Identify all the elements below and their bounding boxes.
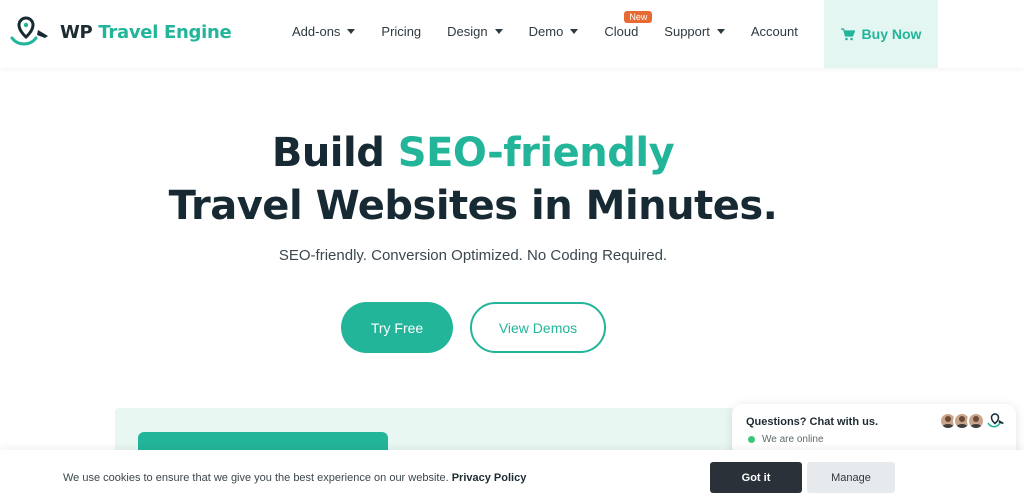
online-status-dot	[748, 436, 755, 443]
chevron-down-icon	[347, 29, 356, 34]
nav-item-account[interactable]: Account	[751, 24, 798, 39]
logo-icon	[10, 16, 48, 46]
site-logo[interactable]: WP Travel Engine	[10, 16, 232, 48]
nav-item-label: Support	[664, 24, 710, 39]
manage-button[interactable]: Manage	[807, 462, 895, 493]
chevron-down-icon	[494, 29, 503, 34]
nav-item-label: Pricing	[381, 24, 422, 39]
nav-item-support[interactable]: Support	[664, 24, 725, 39]
nav-item-label: Design	[447, 24, 488, 39]
hero-title-part1: Build	[271, 130, 398, 176]
buy-now-button[interactable]: Buy Now	[824, 0, 938, 68]
cart-icon	[840, 27, 855, 40]
chat-status-text: We are online	[762, 434, 824, 445]
nav-item-label: Add-ons	[292, 24, 341, 39]
logo-name: Travel Engine	[98, 21, 232, 43]
hero-title-line-1: Build SEO-friendly	[0, 130, 946, 176]
try-free-button[interactable]: Try Free	[341, 302, 453, 353]
nav-item-label: Demo	[528, 24, 564, 39]
chat-widget[interactable]: Questions? Chat with us. We are online	[732, 404, 1016, 456]
view-demos-button[interactable]: View Demos	[470, 302, 606, 353]
logo-icon	[987, 413, 1004, 428]
nav-item-pricing[interactable]: Pricing	[381, 24, 421, 39]
buy-now-label: Buy Now	[861, 26, 922, 42]
logo-text: WP Travel Engine	[60, 21, 232, 43]
got-it-button[interactable]: Got it	[710, 462, 802, 493]
cookie-banner: We use cookies to ensure that we give yo…	[0, 450, 1024, 501]
chat-status: We are online	[748, 434, 824, 445]
hero-title-accent: SEO-friendly	[397, 130, 675, 176]
new-badge: New	[624, 11, 653, 23]
main-nav: Add-ons Pricing Design Demo Cloud New Su…	[292, 11, 798, 39]
site-header: WP Travel Engine Add-ons Pricing Design …	[0, 0, 1024, 68]
nav-item-addons[interactable]: Add-ons	[292, 24, 356, 39]
nav-item-demo[interactable]: Demo	[529, 24, 579, 39]
chevron-down-icon	[716, 29, 725, 34]
agent-avatars	[939, 412, 1005, 430]
nav-item-cloud[interactable]: Cloud New	[604, 11, 653, 39]
privacy-policy-link[interactable]: Privacy Policy	[452, 472, 527, 484]
nav-item-design[interactable]: Design	[447, 24, 503, 39]
logo-prefix: WP	[60, 21, 93, 43]
hero-subtitle: SEO-friendly. Conversion Optimized. No C…	[278, 247, 668, 264]
chat-title: Questions? Chat with us.	[746, 416, 879, 428]
nav-item-label: Account	[750, 24, 798, 39]
cookie-message: We use cookies to ensure that we give yo…	[63, 472, 526, 484]
avatar	[967, 412, 985, 430]
hero-title-line-2: Travel Websites in Minutes.	[168, 183, 778, 229]
chevron-down-icon	[570, 29, 579, 34]
cookie-message-text: We use cookies to ensure that we give yo…	[63, 472, 449, 484]
nav-item-label: Cloud	[604, 24, 639, 39]
